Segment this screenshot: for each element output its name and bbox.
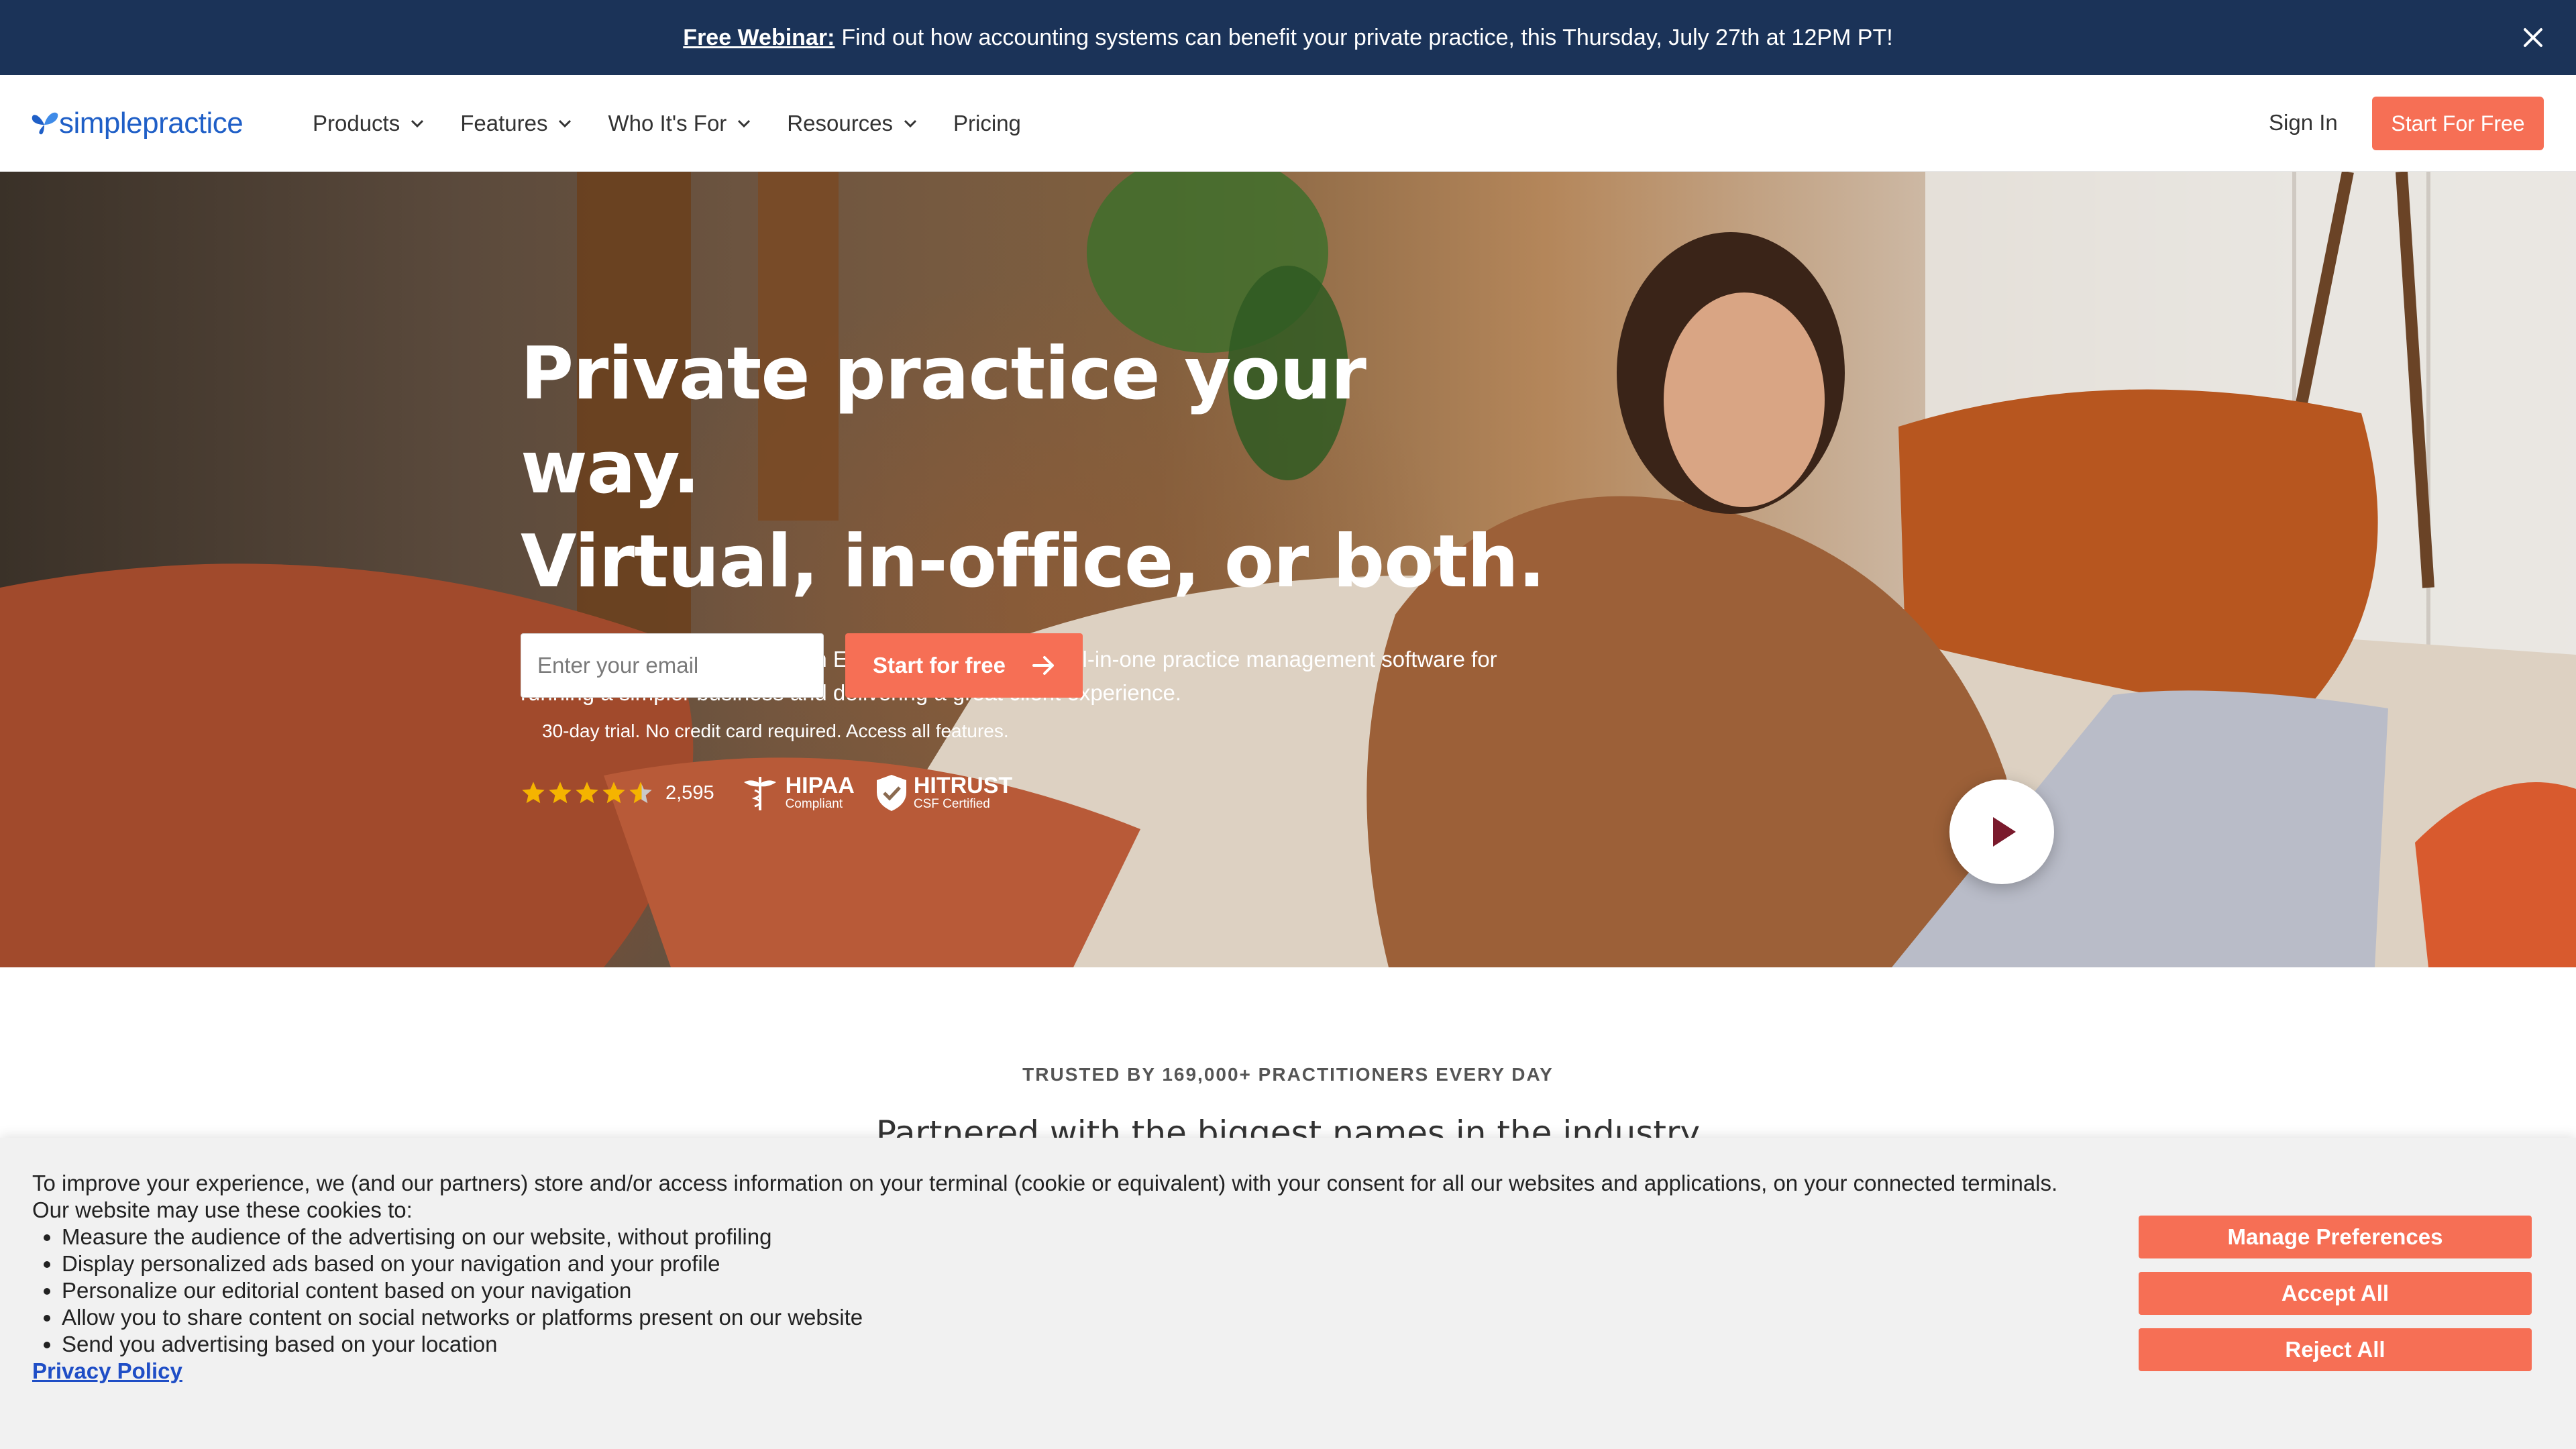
hitrust-subtitle: CSF Certified <box>913 797 990 811</box>
sign-in-link[interactable]: Sign In <box>2269 110 2338 136</box>
chevron-down-icon <box>904 119 917 128</box>
email-input[interactable] <box>521 633 824 698</box>
cookie-intro: To improve your experience, we (and our … <box>32 1171 2058 1195</box>
logo-wordmark: simplepractice <box>59 107 244 140</box>
caduceus-icon <box>743 777 776 810</box>
close-icon[interactable] <box>2517 21 2549 54</box>
hero-content: Private practice your way. Virtual, in-o… <box>521 327 1567 811</box>
cookie-uses-label: Our website may use these cookies to: <box>32 1197 413 1222</box>
star-icon <box>602 782 625 804</box>
shield-check-icon <box>876 775 906 811</box>
star-half-icon <box>629 782 652 804</box>
accept-all-button[interactable]: Accept All <box>2139 1272 2532 1315</box>
nav-item-label: Pricing <box>953 111 1021 136</box>
hero-section: Private practice your way. Virtual, in-o… <box>0 172 2576 967</box>
cookie-uses-list: Measure the audience of the advertising … <box>62 1224 2085 1358</box>
play-icon <box>1993 817 2016 847</box>
start-for-free-hero-button[interactable]: Start for free <box>845 633 1083 698</box>
main-navigation: simplepractice Products Features Who It'… <box>0 75 2576 172</box>
hitrust-badge: HITRUST CSF Certified <box>875 773 1012 812</box>
nav-item-label: Who It's For <box>608 111 727 136</box>
star-icon <box>522 782 545 804</box>
rating-stars <box>521 780 655 806</box>
list-item: Measure the audience of the advertising … <box>62 1224 2085 1250</box>
announcement-bar: Free Webinar: Find out how accounting sy… <box>0 0 2576 75</box>
hitrust-title: HITRUST <box>913 773 1013 798</box>
butterfly-logo-icon <box>32 112 58 135</box>
cookie-consent-banner: To improve your experience, we (and our … <box>0 1138 2576 1449</box>
list-item: Allow you to share content on social net… <box>62 1304 2085 1331</box>
nav-item-label: Features <box>460 111 548 136</box>
nav-item-products[interactable]: Products <box>313 111 425 136</box>
arrow-right-icon <box>1032 656 1055 675</box>
nav-menu: Products Features Who It's For Resources… <box>313 75 1056 172</box>
rating-count: 2,595 <box>665 782 714 804</box>
chevron-down-icon <box>559 119 572 128</box>
list-item: Send you advertising based on your locat… <box>62 1331 2085 1358</box>
list-item: Personalize our editorial content based … <box>62 1277 2085 1304</box>
hero-title-line1: Private practice your way. <box>521 332 1366 510</box>
signup-form: Start for free <box>521 633 1083 698</box>
reject-all-button[interactable]: Reject All <box>2139 1328 2532 1371</box>
hipaa-badge: HIPAA Compliant <box>740 773 855 813</box>
hero-cta-label: Start for free <box>872 653 1006 678</box>
list-item: Display personalized ads based on your n… <box>62 1250 2085 1277</box>
star-icon <box>549 782 572 804</box>
trust-badges: 2,595 HIPAA Compliant HITRUST CSF Certif… <box>521 773 1032 813</box>
nav-item-resources[interactable]: Resources <box>787 111 918 136</box>
trusted-label: TRUSTED BY 169,000+ PRACTITIONERS EVERY … <box>1022 1064 1554 1085</box>
chevron-down-icon <box>738 119 751 128</box>
announcement-message: Find out how accounting systems can bene… <box>841 24 1893 50</box>
nav-item-features[interactable]: Features <box>460 111 573 136</box>
hero-title-line2: Virtual, in-office, or both. <box>521 520 1546 604</box>
play-video-button[interactable] <box>1949 780 2054 884</box>
hipaa-subtitle: Compliant <box>785 797 843 811</box>
chevron-down-icon <box>411 119 424 128</box>
star-icon <box>576 782 598 804</box>
simplepractice-logo[interactable]: simplepractice <box>31 102 244 145</box>
hipaa-title: HIPAA <box>785 773 855 798</box>
cookie-text: To improve your experience, we (and our … <box>32 1170 2085 1385</box>
manage-preferences-button[interactable]: Manage Preferences <box>2139 1216 2532 1258</box>
nav-item-label: Products <box>313 111 400 136</box>
start-for-free-button[interactable]: Start For Free <box>2372 97 2544 150</box>
nav-item-label: Resources <box>787 111 894 136</box>
hero-title: Private practice your way. Virtual, in-o… <box>521 327 1567 609</box>
webinar-link[interactable]: Free Webinar: <box>683 25 835 51</box>
nav-item-who-its-for[interactable]: Who It's For <box>608 111 752 136</box>
privacy-policy-link[interactable]: Privacy Policy <box>32 1358 182 1383</box>
trial-note: 30-day trial. No credit card required. A… <box>542 720 1009 741</box>
nav-item-pricing[interactable]: Pricing <box>953 111 1021 136</box>
